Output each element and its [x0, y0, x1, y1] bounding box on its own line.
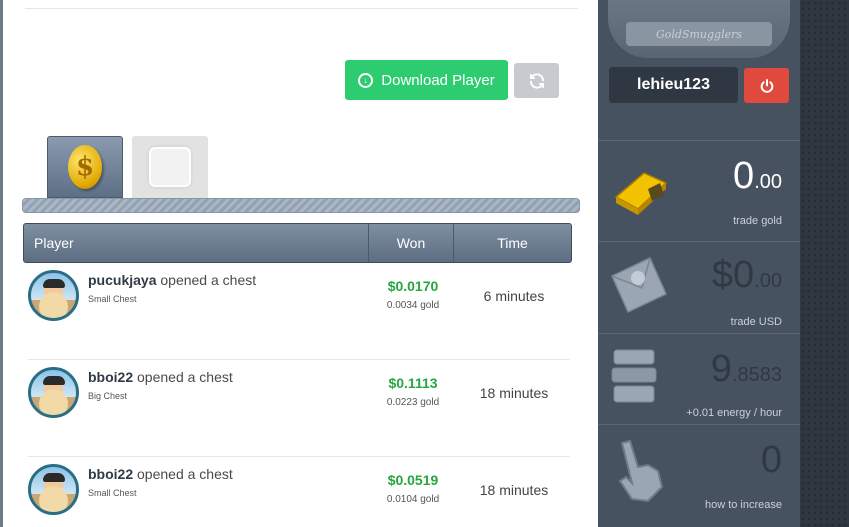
row-chest-type: Big Chest — [88, 391, 128, 401]
divider — [25, 8, 578, 9]
chest-icon — [149, 147, 191, 187]
download-player-button[interactable]: ↓ Download Player — [345, 60, 508, 100]
download-player-label: Download Player — [381, 71, 495, 89]
trade-usd-value: $0.00 — [712, 254, 782, 297]
row-time: 18 minutes — [479, 385, 549, 401]
avatar — [28, 464, 79, 515]
trade-gold-value: 0.00 — [733, 155, 782, 198]
trade-usd-int: $0 — [711, 254, 755, 296]
envelope-icon — [608, 254, 670, 321]
gold-bar-icon — [608, 165, 670, 222]
gold-tab[interactable]: $ — [47, 136, 123, 198]
row-won-gold: 0.0034 gold — [386, 300, 440, 311]
energy-int: 9 — [710, 348, 732, 390]
row-won-gold: 0.0223 gold — [386, 397, 440, 408]
trade-gold-int: 0 — [733, 155, 755, 197]
increase-int: 0 — [760, 439, 782, 481]
download-icon: ↓ — [358, 72, 374, 88]
trade-gold-frac: .00 — [754, 171, 782, 193]
row-won-usd: $0.1113 — [388, 375, 438, 391]
row-time: 6 minutes — [483, 288, 545, 304]
row-username[interactable]: bboi22 — [88, 466, 133, 482]
row-action: opened a chest — [160, 272, 257, 288]
sidebar: GoldSmugglers lehieu123 0.00 trade gold — [598, 0, 800, 527]
energy-value: 9.8583 — [711, 348, 782, 391]
header-time: Time — [497, 235, 528, 251]
stat-increase[interactable]: 0 how to increase — [598, 424, 800, 527]
row-time: 18 minutes — [479, 482, 549, 498]
energy-stack-icon — [608, 344, 660, 415]
row-username[interactable]: bboi22 — [88, 369, 133, 385]
tab-bar — [22, 198, 580, 213]
stat-energy[interactable]: 9.8583 +0.01 energy / hour — [598, 333, 800, 424]
stat-trade-usd[interactable]: $0.00 trade USD — [598, 241, 800, 333]
row-message: pucukjaya opened a chest — [88, 272, 256, 288]
logo: GoldSmugglers — [608, 0, 790, 58]
row-username[interactable]: pucukjaya — [88, 272, 156, 288]
trade-usd-label: trade USD — [730, 316, 782, 328]
stat-trade-gold[interactable]: 0.00 trade gold — [598, 140, 800, 241]
energy-label: +0.01 energy / hour — [686, 407, 782, 419]
background-pattern — [800, 0, 849, 527]
avatar — [28, 367, 79, 418]
header-player: Player — [24, 224, 369, 262]
logout-button[interactable] — [744, 68, 789, 103]
row-chest-type: Small Chest — [88, 294, 137, 304]
row-won-gold: 0.0104 gold — [386, 494, 440, 505]
row-chest-type: Small Chest — [88, 488, 137, 498]
row-won-usd: $0.0519 — [387, 472, 439, 488]
table-row: bboi22 opened a chest Big Chest $0.1113 … — [28, 360, 570, 457]
row-message: bboi22 opened a chest — [88, 369, 233, 385]
refresh-icon — [529, 72, 544, 89]
power-icon — [760, 78, 773, 93]
username-display[interactable]: lehieu123 — [609, 67, 738, 103]
logo-text: GoldSmugglers — [626, 22, 772, 46]
chest-tab[interactable] — [132, 136, 208, 198]
how-to-increase-link[interactable]: how to increase — [705, 499, 782, 511]
avatar — [28, 270, 79, 321]
row-action: opened a chest — [137, 369, 233, 385]
trade-gold-label: trade gold — [733, 215, 782, 227]
trade-usd-frac: .00 — [754, 270, 782, 292]
row-action: opened a chest — [137, 466, 233, 482]
refresh-button[interactable] — [514, 63, 559, 98]
table-row: bboi22 opened a chest Small Chest $0.051… — [28, 457, 570, 527]
row-message: bboi22 opened a chest — [88, 466, 233, 482]
energy-frac: .8583 — [731, 364, 782, 386]
table-header: Player Won Time — [23, 223, 572, 263]
row-won-usd: $0.0170 — [387, 278, 439, 294]
hand-pointer-icon — [608, 437, 670, 508]
header-won: Won — [369, 224, 454, 262]
main-panel: ↓ Download Player $ Player Won Time pucu… — [3, 0, 598, 527]
table-row: pucukjaya opened a chest Small Chest $0.… — [28, 263, 570, 360]
increase-value: 0 — [761, 439, 782, 482]
gold-coin-icon: $ — [68, 145, 102, 189]
